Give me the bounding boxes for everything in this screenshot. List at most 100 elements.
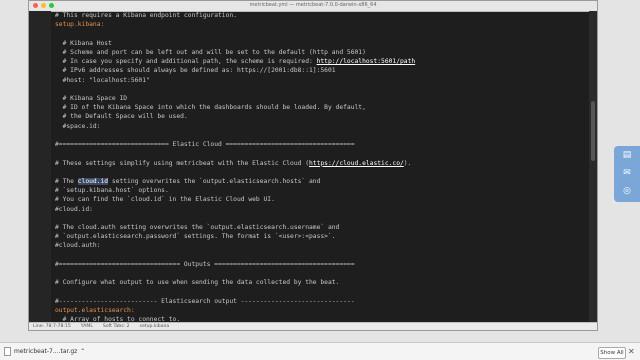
code-line[interactable]: 84# `output.elasticsearch.password` sett… <box>51 232 589 241</box>
show-all-button[interactable]: Show All <box>598 347 626 359</box>
line-text: #================================ Output… <box>51 260 355 269</box>
code-token: # the Default Space will be used. <box>55 113 188 121</box>
code-line[interactable]: 89# Configure what output to use when se… <box>51 278 589 287</box>
line-text <box>51 149 55 158</box>
code-token: # In case you specify and additional pat… <box>55 58 317 66</box>
line-text: # Configure what output to use when send… <box>51 278 339 287</box>
code-token: setting overwrites the `output.elasticse… <box>108 177 321 185</box>
code-line[interactable]: 61setup.kibana: <box>51 20 589 29</box>
code-line[interactable]: 74#============================= Elastic… <box>51 140 589 149</box>
line-text: #space.id: <box>51 122 101 131</box>
code-line[interactable]: 76# These settings simplify using metric… <box>51 159 589 168</box>
line-text: setup.kibana: <box>51 20 104 29</box>
code-line[interactable]: 68 <box>51 85 589 94</box>
code-token: #space.id: <box>55 122 101 130</box>
line-text: # Kibana Space ID <box>51 94 127 103</box>
scrollbar-thumb[interactable] <box>591 101 595 161</box>
code-token: #cloud.id: <box>55 205 93 213</box>
code-token: cloud.id <box>77 177 109 185</box>
code-token: # You can find the `cloud.id` in the Ela… <box>55 196 275 204</box>
code-line[interactable]: 85#cloud.auth: <box>51 241 589 250</box>
code-line[interactable]: 62 <box>51 29 589 38</box>
chat-icon[interactable]: ✉ <box>614 164 640 182</box>
code-line[interactable]: 63 # Kibana Host <box>51 39 589 48</box>
code-token: # `setup.kibana.host` options. <box>55 187 169 195</box>
code-line[interactable]: 73 <box>51 131 589 140</box>
code-line[interactable]: 67 #host: "localhost:5601" <box>51 76 589 85</box>
code-line[interactable]: 71 # the Default Space will be used. <box>51 112 589 121</box>
line-text: # You can find the `cloud.id` in the Ela… <box>51 195 275 204</box>
line-text: # The cloud.auth setting overwrites the … <box>51 223 339 232</box>
downloads-bar: metricbeat-7....tar.gz ⌃ Show All ✕ <box>0 342 640 360</box>
code-line[interactable]: 80# You can find the `cloud.id` in the E… <box>51 195 589 204</box>
code-line[interactable]: 77 <box>51 168 589 177</box>
code-line[interactable]: 75 <box>51 149 589 158</box>
code-line[interactable]: 87#================================ Outp… <box>51 260 589 269</box>
code-token: # This requires a Kibana endpoint config… <box>55 12 237 19</box>
line-text: # This requires a Kibana endpoint config… <box>51 11 237 20</box>
code-line[interactable]: 82 <box>51 214 589 223</box>
line-text: # `output.elasticsearch.password` settin… <box>51 232 336 241</box>
code-token: #============================= Elastic C… <box>55 141 355 149</box>
code-token: # Kibana Space ID <box>55 94 128 102</box>
line-text <box>51 288 55 297</box>
code-line[interactable]: 60# This requires a Kibana endpoint conf… <box>51 11 589 20</box>
download-item[interactable]: metricbeat-7....tar.gz ⌃ <box>4 347 85 356</box>
code-token: # Scheme and port can be left out and wi… <box>55 48 366 56</box>
language-mode[interactable]: YAML <box>81 324 93 329</box>
help-icon[interactable]: ◎ <box>614 182 640 200</box>
code-token: #cloud.auth: <box>55 242 101 250</box>
code-line[interactable]: 65 # In case you specify and additional … <box>51 57 589 66</box>
line-text: #cloud.auth: <box>51 241 101 250</box>
line-text: # In case you specify and additional pat… <box>51 57 416 66</box>
line-text <box>51 168 55 177</box>
code-token: output.elasticsearch: <box>55 307 135 314</box>
window-title: metricbeat.yml — metricbeat-7.0.0-darwin… <box>249 2 377 8</box>
code-token: ). <box>403 159 412 167</box>
code-line[interactable]: 78# The cloud.id setting overwrites the … <box>51 177 589 186</box>
line-text: output.elasticsearch: <box>51 306 135 315</box>
code-token: # Configure what output to use when send… <box>55 279 340 287</box>
code-line[interactable]: 64 # Scheme and port can be left out and… <box>51 48 589 57</box>
indentation-setting[interactable]: Soft Tabs: 2 <box>103 324 130 329</box>
line-text: # the Default Space will be used. <box>51 112 188 121</box>
code-line[interactable]: 69 # Kibana Space ID <box>51 94 589 103</box>
code-token: # The cloud.auth setting overwrites the … <box>55 224 340 232</box>
line-text: # These settings simplify using metricbe… <box>51 159 411 168</box>
code-line[interactable]: 92output.elasticsearch: <box>51 306 589 315</box>
code-editor[interactable]: 60# This requires a Kibana endpoint conf… <box>51 11 589 324</box>
download-filename[interactable]: metricbeat-7....tar.gz <box>14 348 77 355</box>
code-line[interactable]: 88 <box>51 269 589 278</box>
code-token: # The <box>55 177 78 185</box>
code-line[interactable]: 66 # IPv6 addresses should always be def… <box>51 66 589 75</box>
code-token: http://localhost:5601/path <box>316 58 416 66</box>
code-line[interactable]: 91#-------------------------- Elasticsea… <box>51 297 589 306</box>
line-text <box>51 85 55 94</box>
line-text <box>51 214 55 223</box>
symbol-breadcrumb[interactable]: setup.kibana <box>140 324 170 329</box>
code-line[interactable]: 86 <box>51 251 589 260</box>
vertical-scrollbar[interactable] <box>589 11 597 324</box>
editor-window: metricbeat.yml — metricbeat-7.0.0-darwin… <box>28 0 598 331</box>
close-icon[interactable]: ✕ <box>628 347 635 356</box>
code-line[interactable]: 83# The cloud.auth setting overwrites th… <box>51 223 589 232</box>
cursor-position[interactable]: Line: 78:7-78:15 <box>33 324 71 329</box>
line-text <box>51 269 55 278</box>
code-line[interactable]: 70 # ID of the Kibana Space into which t… <box>51 103 589 112</box>
line-text: # Kibana Host <box>51 39 112 48</box>
line-text: # ID of the Kibana Space into which the … <box>51 103 366 112</box>
code-line[interactable]: 81#cloud.id: <box>51 205 589 214</box>
line-text: #============================= Elastic C… <box>51 140 355 149</box>
side-widget: ▤ ✉ ◎ <box>614 146 640 202</box>
code-token: # `output.elasticsearch.password` settin… <box>55 233 336 241</box>
line-text: #-------------------------- Elasticsearc… <box>51 297 355 306</box>
code-token: #================================ Output… <box>55 260 355 268</box>
code-line[interactable]: 72 #space.id: <box>51 122 589 131</box>
code-line[interactable]: 79# `setup.kibana.host` options. <box>51 186 589 195</box>
file-icon[interactable]: ▤ <box>614 146 640 164</box>
chevron-up-icon[interactable]: ⌃ <box>80 348 85 355</box>
status-bar: Line: 78:7-78:15 YAML Soft Tabs: 2 setup… <box>29 322 597 330</box>
line-text <box>51 29 55 38</box>
code-line[interactable]: 90 <box>51 288 589 297</box>
line-number-gutter <box>29 11 51 324</box>
